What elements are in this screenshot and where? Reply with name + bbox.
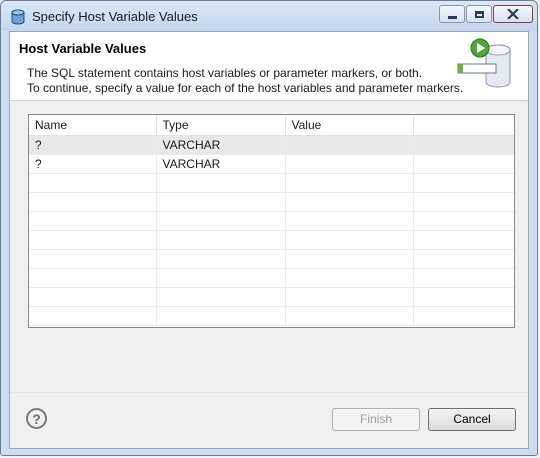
footer-divider <box>10 392 528 393</box>
cell-filler <box>413 135 514 155</box>
cell-filler <box>413 154 514 174</box>
dialog-header: Host Variable Values The SQL statement c… <box>10 32 528 101</box>
column-header-type[interactable]: Type <box>156 115 286 136</box>
empty-row <box>29 173 514 193</box>
minimize-icon <box>447 15 457 19</box>
header-title: Host Variable Values <box>19 41 147 56</box>
cell-name: ? <box>29 154 157 174</box>
minimize-button[interactable] <box>439 5 465 23</box>
empty-row <box>29 249 514 269</box>
table-row[interactable]: ? VARCHAR <box>29 135 514 155</box>
empty-row <box>29 287 514 307</box>
cell-value[interactable] <box>285 154 414 174</box>
maximize-icon <box>474 10 484 18</box>
host-variable-table[interactable]: Name Type Value ? VARCHAR ? VARCHAR <box>28 114 515 328</box>
cell-type: VARCHAR <box>156 154 286 174</box>
close-icon <box>507 9 519 19</box>
finish-button[interactable]: Finish <box>332 408 420 431</box>
empty-row <box>29 230 514 250</box>
table-header-row: Name Type Value <box>29 115 514 136</box>
column-header-value[interactable]: Value <box>285 115 414 136</box>
header-message-line-1: The SQL statement contains host variable… <box>27 66 423 80</box>
window-title: Specify Host Variable Values <box>32 9 198 24</box>
title-bar[interactable]: Specify Host Variable Values <box>1 1 537 31</box>
dialog-client-area: Host Variable Values The SQL statement c… <box>9 31 529 449</box>
cell-name: ? <box>29 135 157 155</box>
dialog-window: Specify Host Variable Values Host Variab… <box>0 0 538 456</box>
empty-row <box>29 306 514 326</box>
run-sql-wizard-icon <box>457 38 511 88</box>
empty-row <box>29 211 514 231</box>
close-button[interactable] <box>493 5 533 23</box>
cell-value[interactable] <box>285 135 414 155</box>
cancel-button[interactable]: Cancel <box>428 408 516 431</box>
empty-row <box>29 268 514 288</box>
maximize-button[interactable] <box>466 5 492 23</box>
table-row[interactable]: ? VARCHAR <box>29 154 514 174</box>
cell-type: VARCHAR <box>156 135 286 155</box>
column-header-filler <box>413 115 514 136</box>
database-app-icon <box>11 9 25 25</box>
help-icon[interactable]: ? <box>26 408 47 429</box>
column-header-name[interactable]: Name <box>29 115 157 136</box>
header-message-line-2: To continue, specify a value for each of… <box>27 81 464 95</box>
empty-row <box>29 192 514 212</box>
